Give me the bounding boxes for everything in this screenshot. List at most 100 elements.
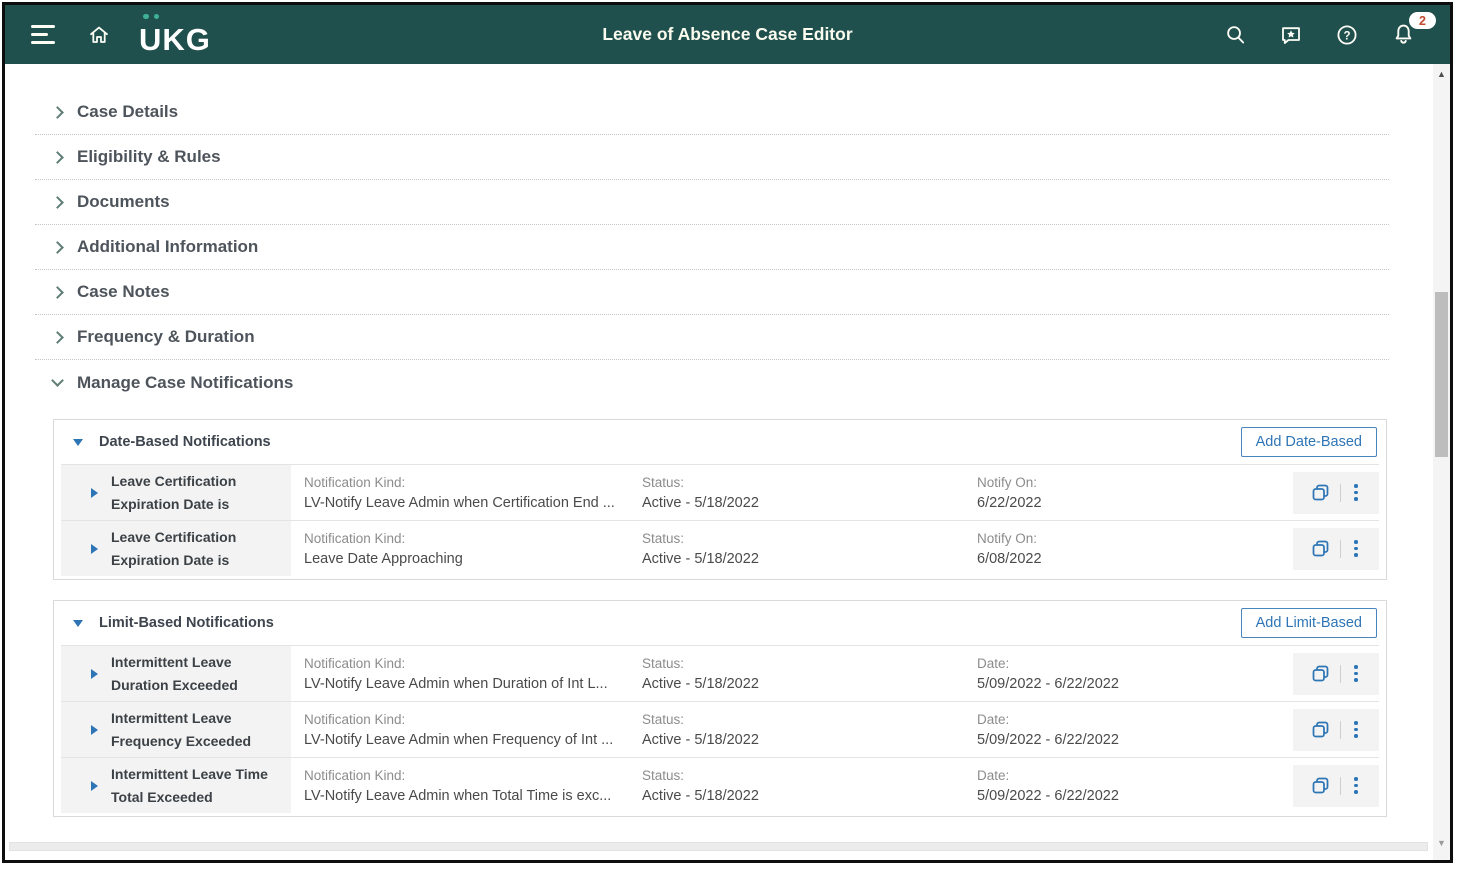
- kind-value: LV-Notify Leave Admin when Duration of I…: [304, 675, 608, 692]
- notification-kind-column: Notification Kind: LV-Notify Leave Admin…: [291, 465, 629, 520]
- limit-based-notifications-panel: Limit-Based Notifications Add Limit-Base…: [53, 600, 1387, 817]
- section-label: Documents: [77, 192, 170, 211]
- status-value: Active - 5/18/2022: [642, 550, 759, 567]
- chevron-right-icon: [51, 151, 64, 164]
- row-title: Intermittent Leave Duration Exceeded: [111, 654, 238, 693]
- top-bar-actions: ? 2: [1224, 12, 1436, 47]
- row-menu-button[interactable]: [1348, 775, 1364, 796]
- date-label: Date:: [977, 655, 1010, 671]
- row-menu-button[interactable]: [1348, 538, 1364, 559]
- date-value: 5/09/2022 - 6/22/2022: [977, 731, 1119, 748]
- kind-label: Notification Kind:: [304, 474, 406, 490]
- kind-value: LV-Notify Leave Admin when Frequency of …: [304, 731, 614, 748]
- collapse-triangle-icon[interactable]: [73, 438, 83, 446]
- status-value: Active - 5/18/2022: [642, 787, 759, 804]
- expand-triangle-icon[interactable]: [91, 780, 98, 791]
- expand-triangle-icon[interactable]: [91, 487, 98, 498]
- section-frequency-duration[interactable]: Frequency & Duration: [35, 315, 1389, 360]
- panel-title: Date-Based Notifications: [99, 434, 271, 450]
- help-icon: ?: [1337, 24, 1357, 45]
- duplicate-button[interactable]: [1308, 536, 1333, 561]
- row-title-cell: Intermittent Leave Duration Exceeded: [61, 646, 291, 701]
- section-additional-information[interactable]: Additional Information: [35, 225, 1389, 270]
- row-title: Leave Certification Expiration Date is: [111, 529, 237, 568]
- row-title: Intermittent Leave Frequency Exceeded: [111, 710, 252, 749]
- status-label: Status:: [642, 655, 685, 671]
- date-value: 6/08/2022: [977, 550, 1042, 567]
- duplicate-button[interactable]: [1308, 773, 1333, 798]
- horizontal-scrollbar[interactable]: [9, 842, 1428, 851]
- date-label: Date:: [977, 767, 1010, 783]
- duplicate-button[interactable]: [1308, 717, 1333, 742]
- status-label: Status:: [642, 530, 685, 546]
- svg-text:?: ?: [1343, 30, 1350, 42]
- notification-row: Intermittent Leave Frequency Exceeded No…: [61, 701, 1379, 757]
- home-button[interactable]: [87, 23, 111, 47]
- section-documents[interactable]: Documents: [35, 180, 1389, 225]
- limit-based-panel-header: Limit-Based Notifications Add Limit-Base…: [54, 601, 1386, 645]
- row-menu-button[interactable]: [1348, 663, 1364, 684]
- status-column: Status: Active - 5/18/2022: [629, 646, 964, 701]
- duplicate-button[interactable]: [1308, 480, 1333, 505]
- copy-icon: [1312, 540, 1329, 557]
- expand-triangle-icon[interactable]: [91, 543, 98, 554]
- scroll-down-arrow-icon[interactable]: ▼: [1433, 836, 1450, 850]
- app-window: UKG Leave of Absence Case Editor ? 2 Cas…: [2, 2, 1453, 863]
- top-bar: UKG Leave of Absence Case Editor ? 2: [5, 5, 1450, 64]
- date-column: Date: 5/09/2022 - 6/22/2022: [964, 646, 1293, 701]
- accordion-list: Case Details Eligibility & Rules Documen…: [5, 64, 1433, 405]
- status-column: Status: Active - 5/18/2022: [629, 758, 964, 813]
- date-column: Notify On: 6/22/2022: [964, 465, 1293, 520]
- expand-triangle-icon[interactable]: [91, 724, 98, 735]
- row-title: Intermittent Leave Time Total Exceeded: [111, 766, 268, 805]
- row-actions: [1293, 708, 1379, 751]
- kind-value: LV-Notify Leave Admin when Certification…: [304, 494, 615, 511]
- notification-kind-column: Notification Kind: LV-Notify Leave Admin…: [291, 646, 629, 701]
- section-label: Frequency & Duration: [77, 327, 255, 346]
- section-manage-case-notifications[interactable]: Manage Case Notifications: [35, 360, 1389, 405]
- chevron-right-icon: [51, 241, 64, 254]
- collapse-triangle-icon[interactable]: [73, 619, 83, 627]
- kind-value: LV-Notify Leave Admin when Total Time is…: [304, 787, 612, 804]
- section-eligibility-rules[interactable]: Eligibility & Rules: [35, 135, 1389, 180]
- scroll-up-arrow-icon[interactable]: ▲: [1433, 67, 1450, 81]
- date-based-notifications-panel: Date-Based Notifications Add Date-Based …: [53, 419, 1387, 580]
- kind-value: Leave Date Approaching: [304, 550, 463, 567]
- kind-label: Notification Kind:: [304, 655, 406, 671]
- divider: [1340, 720, 1342, 739]
- top-bar-left: UKG: [31, 13, 211, 57]
- add-date-based-button[interactable]: Add Date-Based: [1240, 427, 1377, 457]
- section-case-notes[interactable]: Case Notes: [35, 270, 1389, 315]
- date-based-rows: Leave Certification Expiration Date is N…: [54, 464, 1386, 579]
- date-label: Notify On:: [977, 474, 1038, 490]
- copy-icon: [1312, 665, 1329, 682]
- help-button[interactable]: ?: [1335, 23, 1359, 47]
- row-actions: [1293, 527, 1379, 570]
- row-actions: [1293, 652, 1379, 695]
- row-title-cell: Leave Certification Expiration Date is: [61, 465, 291, 520]
- status-value: Active - 5/18/2022: [642, 494, 759, 511]
- panel-title: Limit-Based Notifications: [99, 615, 274, 631]
- date-value: 5/09/2022 - 6/22/2022: [977, 675, 1119, 692]
- chevron-right-icon: [51, 106, 64, 119]
- search-button[interactable]: [1224, 23, 1247, 46]
- row-menu-button[interactable]: [1348, 719, 1364, 740]
- add-limit-based-button[interactable]: Add Limit-Based: [1240, 608, 1377, 638]
- main-menu-button[interactable]: [31, 25, 57, 44]
- feedback-button[interactable]: [1279, 23, 1303, 47]
- expand-triangle-icon[interactable]: [91, 668, 98, 679]
- ukg-logo-dots-icon: [143, 13, 159, 19]
- status-label: Status:: [642, 711, 685, 727]
- divider: [1340, 483, 1342, 502]
- notifications-button[interactable]: 2: [1391, 12, 1436, 47]
- section-case-details[interactable]: Case Details: [35, 90, 1389, 135]
- vertical-scrollbar-thumb[interactable]: [1435, 292, 1448, 457]
- section-label: Manage Case Notifications: [77, 372, 294, 392]
- date-label: Notify On:: [977, 530, 1038, 546]
- kind-label: Notification Kind:: [304, 767, 406, 783]
- row-menu-button[interactable]: [1348, 482, 1364, 503]
- vertical-scrollbar[interactable]: ▲ ▼: [1433, 64, 1450, 860]
- duplicate-button[interactable]: [1308, 661, 1333, 686]
- row-title-cell: Leave Certification Expiration Date is: [61, 521, 291, 576]
- date-column: Date: 5/09/2022 - 6/22/2022: [964, 758, 1293, 813]
